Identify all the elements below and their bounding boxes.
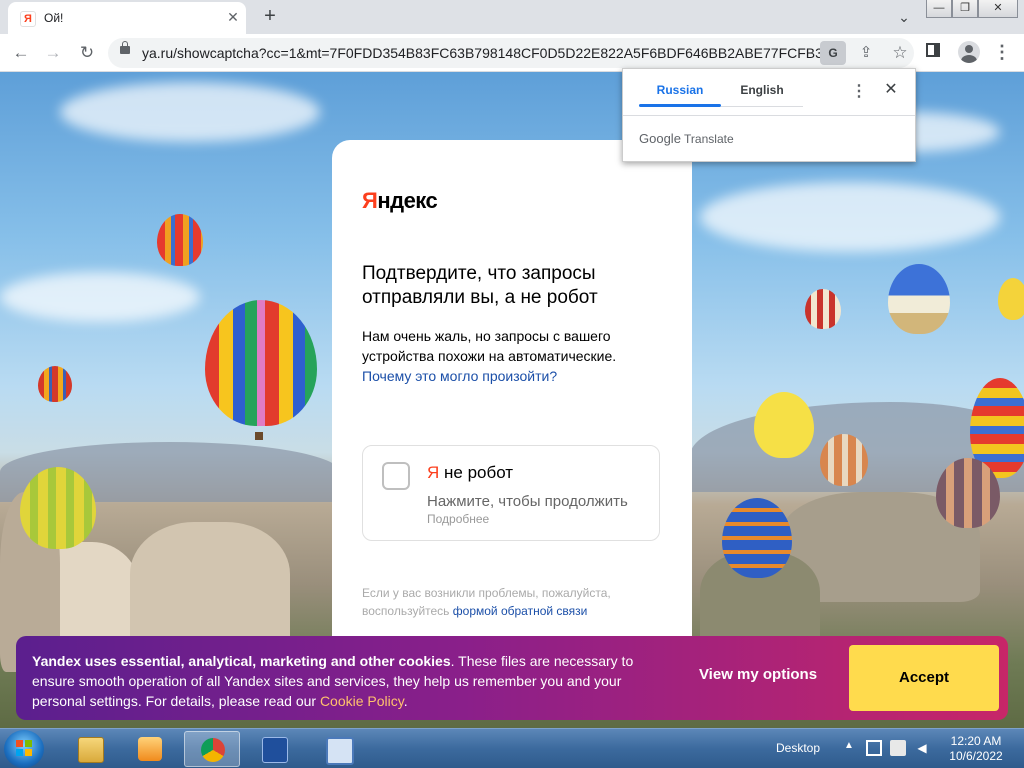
minimize-button[interactable]: — <box>926 0 952 18</box>
cookie-text: Yandex uses essential, analytical, marke… <box>32 653 634 709</box>
accept-button[interactable]: Accept <box>849 645 999 711</box>
lock-icon[interactable] <box>120 41 130 54</box>
tab-strip: Я Ой! ✕ + ⌄ — ❐ ✕ <box>0 0 1024 34</box>
translate-icon[interactable]: G <box>820 41 846 65</box>
tab-english[interactable]: English <box>721 83 803 97</box>
desktop-toolbar-label[interactable]: Desktop <box>776 741 820 755</box>
view-options-button[interactable]: View my options <box>688 666 828 683</box>
continue-hint: Нажмите, чтобы продолжить <box>427 493 628 510</box>
captcha-card: Яндекс Подтвердите, что запросы отправля… <box>332 140 692 640</box>
address-bar[interactable]: ya.ru/showcaptcha?cc=1&mt=7F0FDD354B83FC… <box>108 38 914 68</box>
new-tab-button[interactable]: + <box>258 5 282 29</box>
popup-divider <box>623 115 915 116</box>
taskbar-media-player[interactable] <box>122 731 178 767</box>
browser-tab[interactable]: Я Ой! ✕ <box>8 2 246 34</box>
google-translate-brand: Google Translate <box>639 131 734 146</box>
powershell-icon <box>262 737 288 763</box>
back-button[interactable]: ← <box>8 40 34 66</box>
translate-close-icon[interactable]: ✕ <box>881 79 901 99</box>
close-window-button[interactable]: ✕ <box>978 0 1018 18</box>
feedback-form-link[interactable]: формой обратной связи <box>453 604 588 618</box>
taskbar-powershell[interactable] <box>246 731 302 767</box>
reload-button[interactable]: ↻ <box>74 40 100 66</box>
cookie-policy-link[interactable]: Cookie Policy <box>320 693 404 709</box>
translate-popup: Russian English ⋮ ✕ Google Translate <box>622 68 916 162</box>
problem-text: Если у вас возникли проблемы, пожалуйста… <box>362 586 611 618</box>
captcha-title: Подтвердите, что запросы отправляли вы, … <box>362 263 598 308</box>
cookie-banner: Yandex uses essential, analytical, marke… <box>16 636 1008 720</box>
selected-tab-indicator <box>639 104 721 107</box>
action-center-flag-icon[interactable] <box>890 740 906 756</box>
browser-menu-icon[interactable]: ⋮ <box>992 40 1012 64</box>
yandex-favicon-icon: Я <box>20 11 36 27</box>
chrome-icon <box>201 738 225 762</box>
yandex-logo[interactable]: Яндекс <box>362 188 438 214</box>
tab-title: Ой! <box>44 11 64 25</box>
tab-search-chevron-icon[interactable]: ⌄ <box>894 7 914 27</box>
media-player-icon <box>138 737 162 761</box>
network-icon[interactable] <box>866 740 882 756</box>
why-link[interactable]: Почему это могло произойти? <box>362 368 557 384</box>
browser-toolbar: ← → ↻ ya.ru/showcaptcha?cc=1&mt=7F0FDD35… <box>0 34 1024 72</box>
captcha-description: Нам очень жаль, но запросы с вашего устр… <box>362 328 617 384</box>
windows-taskbar: Desktop ▲ ◀ 12:20 AM 10/6/2022 <box>0 728 1024 768</box>
server-manager-icon <box>326 737 354 765</box>
translate-options-icon[interactable]: ⋮ <box>851 81 867 101</box>
url-text[interactable]: ya.ru/showcaptcha?cc=1&mt=7F0FDD354B83FC… <box>142 45 822 61</box>
taskbar-explorer[interactable] <box>62 731 118 767</box>
volume-icon[interactable]: ◀ <box>914 740 930 756</box>
tab-divider <box>721 106 803 107</box>
forward-button[interactable]: → <box>40 40 66 66</box>
bookmark-star-icon[interactable]: ☆ <box>888 41 912 65</box>
system-clock[interactable]: 12:20 AM 10/6/2022 <box>944 734 1008 764</box>
tab-close-icon[interactable]: ✕ <box>225 9 241 25</box>
share-icon[interactable]: ⇪ <box>854 41 878 65</box>
taskbar-server-manager[interactable] <box>310 731 366 767</box>
not-robot-label[interactable]: Я не робот <box>427 463 513 483</box>
windows-logo-icon <box>16 740 32 756</box>
show-hidden-icons-icon[interactable]: ▲ <box>844 740 854 751</box>
start-button[interactable] <box>4 730 44 768</box>
profile-avatar-icon[interactable] <box>958 41 980 63</box>
taskbar-chrome[interactable] <box>184 731 240 767</box>
more-info-link[interactable]: Подробнее <box>427 512 489 526</box>
not-robot-block[interactable]: Я не робот Нажмите, чтобы продолжить Под… <box>362 445 660 541</box>
side-panel-icon[interactable] <box>926 43 940 57</box>
restore-button[interactable]: ❐ <box>952 0 978 18</box>
tab-russian[interactable]: Russian <box>639 83 721 97</box>
not-robot-checkbox[interactable] <box>382 462 410 490</box>
folder-icon <box>78 737 104 763</box>
